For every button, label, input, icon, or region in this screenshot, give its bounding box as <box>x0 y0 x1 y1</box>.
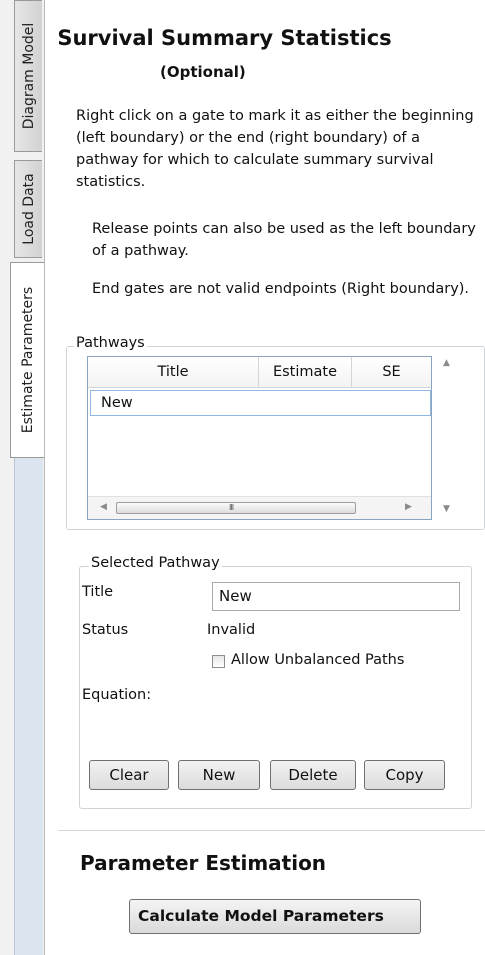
page-subtitle: (Optional) <box>160 63 246 81</box>
end-gates-note: End gates are not valid endpoints (Right… <box>92 281 470 297</box>
row-title-cell: New <box>101 395 133 411</box>
horizontal-scroll-thumb[interactable]: III <box>116 502 356 514</box>
delete-button[interactable]: Delete <box>270 760 356 790</box>
tab-strip-background <box>14 458 43 955</box>
status-value: Invalid <box>207 622 256 638</box>
scroll-left-icon[interactable]: ◀ <box>100 502 107 512</box>
column-header-title[interactable]: Title <box>88 357 259 387</box>
release-points-note: Release points can also be used as the l… <box>92 221 476 259</box>
selected-pathway-legend: Selected Pathway <box>89 555 222 571</box>
clear-button[interactable]: Clear <box>89 760 169 790</box>
column-header-estimate[interactable]: Estimate <box>259 357 352 387</box>
vertical-scrollbar[interactable]: ▲ ▼ <box>436 356 458 520</box>
copy-button[interactable]: Copy <box>364 760 445 790</box>
pathways-legend: Pathways <box>74 335 147 351</box>
scroll-up-icon[interactable]: ▲ <box>443 358 450 368</box>
parameter-estimation-title: Parameter Estimation <box>80 851 327 875</box>
equation-label: Equation: <box>82 687 152 703</box>
instructions-text: Right click on a gate to mark it as eith… <box>76 108 474 190</box>
page-title: Survival Summary Statistics <box>57 26 392 50</box>
tab-diagram-model[interactable]: Diagram Model <box>14 0 42 152</box>
horizontal-scrollbar[interactable]: ◀ III ▶ <box>88 496 431 519</box>
calculate-model-parameters-button[interactable]: Calculate Model Parameters <box>129 899 421 934</box>
pathways-table[interactable]: Title Estimate SE New ◀ III ▶ <box>87 356 432 520</box>
allow-unbalanced-checkbox[interactable] <box>212 655 225 668</box>
scroll-right-icon[interactable]: ▶ <box>405 502 412 512</box>
title-label: Title <box>82 584 114 600</box>
tab-load-data[interactable]: Load Data <box>14 160 42 258</box>
table-row[interactable]: New <box>90 390 431 416</box>
section-divider <box>58 830 485 831</box>
new-button[interactable]: New <box>178 760 260 790</box>
tab-estimate-parameters[interactable]: Estimate Parameters <box>10 262 44 458</box>
pathways-table-header: Title Estimate SE <box>88 357 431 388</box>
allow-unbalanced-label[interactable]: Allow Unbalanced Paths <box>231 652 404 668</box>
column-header-se[interactable]: SE <box>352 357 431 387</box>
pathway-title-input[interactable]: New <box>212 582 460 611</box>
scroll-down-icon[interactable]: ▼ <box>443 504 450 514</box>
scroll-grip: III <box>229 503 234 512</box>
tab-diagram-model-label: Diagram Model <box>20 22 37 130</box>
status-label: Status <box>82 622 129 638</box>
tab-estimate-parameters-label: Estimate Parameters <box>19 286 36 434</box>
tab-load-data-label: Load Data <box>20 173 37 245</box>
tab-strip: Diagram Model Load Data Estimate Paramet… <box>0 0 45 955</box>
